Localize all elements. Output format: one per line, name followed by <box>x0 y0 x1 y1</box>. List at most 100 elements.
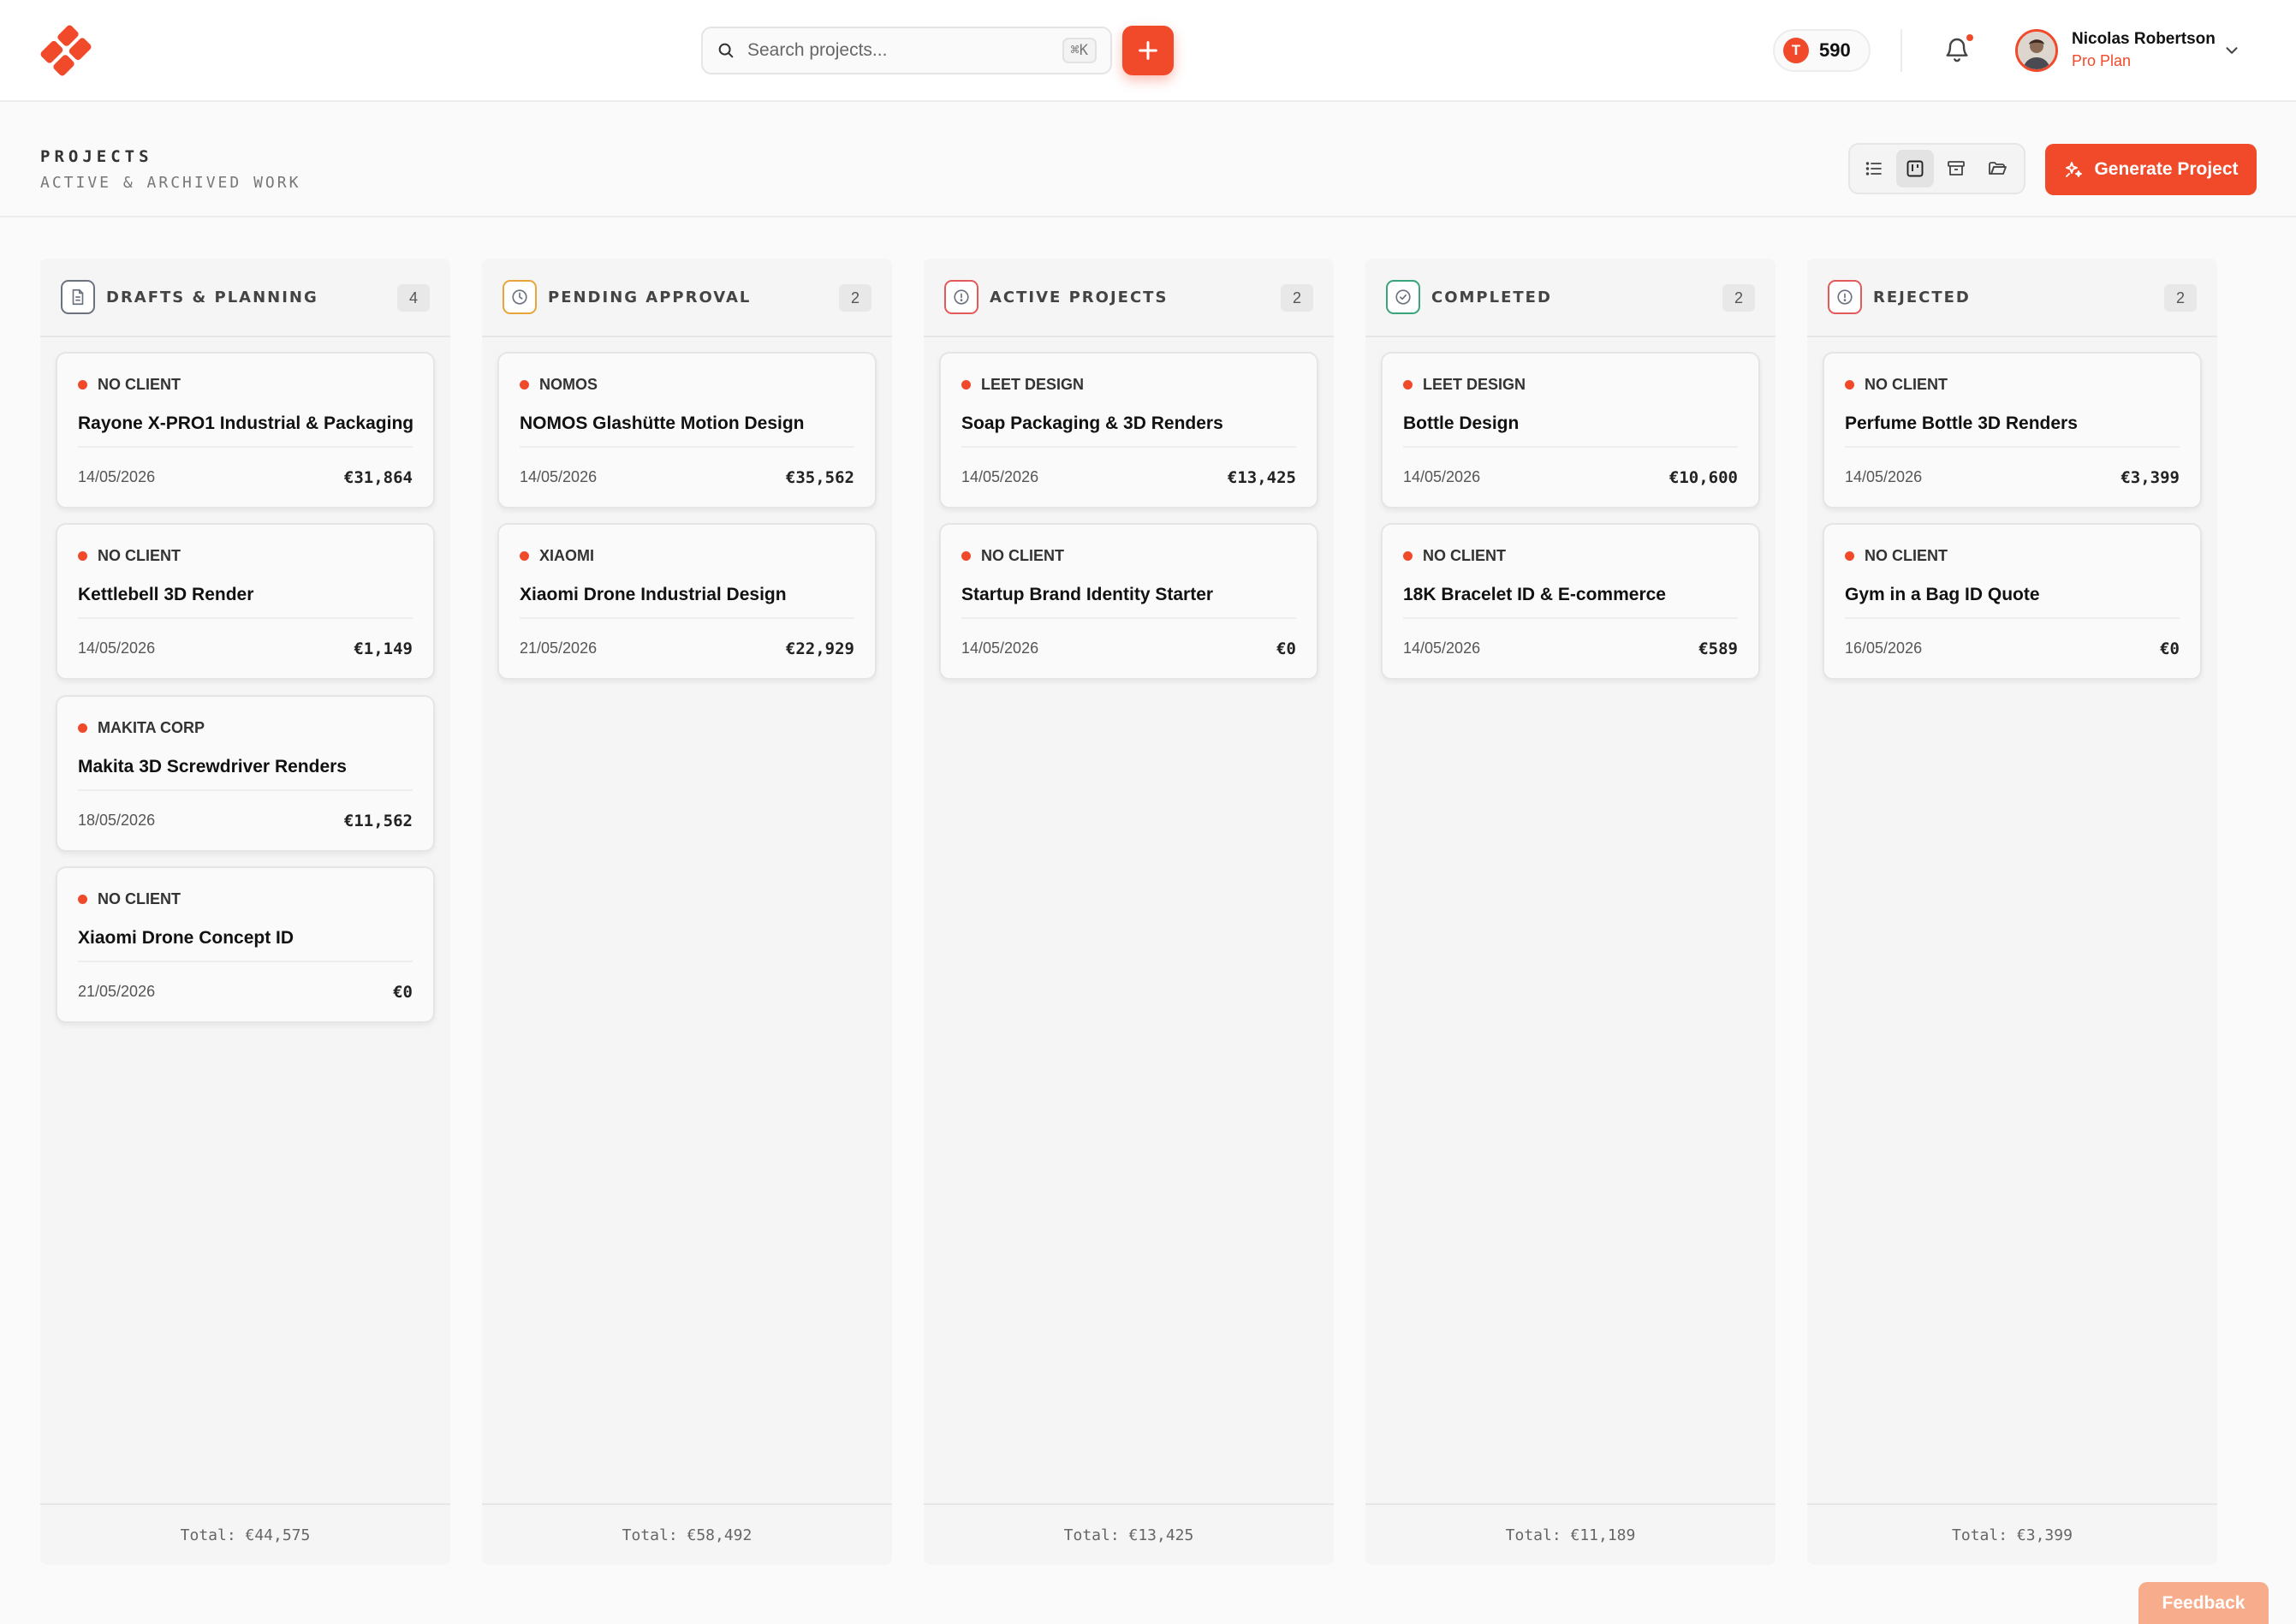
column-header: DRAFTS & PLANNING 4 <box>40 259 450 337</box>
feedback-button[interactable]: Feedback <box>2138 1582 2269 1624</box>
status-dot <box>1845 551 1854 561</box>
page-title: PROJECTS <box>40 147 153 166</box>
card-value: €3,399 <box>2121 468 2180 487</box>
status-dot <box>1403 380 1413 390</box>
card-title: Xiaomi Drone Concept ID <box>78 928 294 948</box>
app-logo[interactable] <box>39 24 92 77</box>
column-header: ACTIVE PROJECTS 2 <box>924 259 1334 337</box>
info-icon <box>944 280 978 314</box>
column-total: Total: €3,399 <box>1807 1503 2217 1565</box>
add-project-button[interactable] <box>1122 26 1174 75</box>
card-title: Gym in a Bag ID Quote <box>1845 585 2040 604</box>
card-value: €22,929 <box>785 639 854 658</box>
column-title: REJECTED <box>1873 289 1971 306</box>
column-total: Total: €58,492 <box>482 1503 892 1565</box>
column-pending-approval: PENDING APPROVAL 2 NOMOS NOMOS Glashütte… <box>482 259 892 1565</box>
status-dot <box>520 380 529 390</box>
card-date: 14/05/2026 <box>520 468 598 485</box>
card-client: NO CLIENT <box>98 890 181 907</box>
card-value: €0 <box>393 983 413 1002</box>
column-active-projects: ACTIVE PROJECTS 2 LEET DESIGN Soap Packa… <box>924 259 1334 1565</box>
status-dot <box>961 551 971 561</box>
card-client: NO CLIENT <box>98 547 181 564</box>
project-card[interactable]: NO CLIENT Gym in a Bag ID Quote 16/05/20… <box>1823 523 2202 680</box>
card-date: 16/05/2026 <box>1845 639 1923 657</box>
column-title: ACTIVE PROJECTS <box>990 289 1169 306</box>
project-card[interactable]: LEET DESIGN Soap Packaging & 3D Renders … <box>939 352 1318 509</box>
generate-project-label: Generate Project <box>2094 159 2239 179</box>
avatar[interactable] <box>2015 29 2058 72</box>
card-client: NO CLIENT <box>1865 547 1948 564</box>
list-view-button[interactable] <box>1855 150 1893 187</box>
project-card[interactable]: NO CLIENT 18K Bracelet ID & E-commerce 1… <box>1381 523 1760 680</box>
column-count-badge: 4 <box>397 284 430 312</box>
card-title: Rayone X-PRO1 Industrial & Packaging <box>78 413 414 433</box>
user-name[interactable]: Nicolas Robertson <box>2072 30 2216 49</box>
card-divider <box>1845 446 2180 448</box>
archive-view-button[interactable] <box>1937 150 1975 187</box>
card-value: €0 <box>2160 639 2180 658</box>
card-date: 14/05/2026 <box>961 639 1039 657</box>
search-bar[interactable]: ⌘K <box>701 27 1112 74</box>
card-date: 14/05/2026 <box>1403 639 1481 657</box>
card-date: 14/05/2026 <box>1403 468 1481 485</box>
card-client: LEET DESIGN <box>1423 376 1526 393</box>
project-card[interactable]: NO CLIENT Perfume Bottle 3D Renders 14/0… <box>1823 352 2202 509</box>
project-card[interactable]: NO CLIENT Kettlebell 3D Render 14/05/202… <box>56 523 435 680</box>
document-icon <box>61 280 95 314</box>
card-value: €1,149 <box>354 639 413 658</box>
top-bar: ⌘K T 590 Nicolas Robertson Pro Plan <box>0 0 2296 102</box>
project-card[interactable]: LEET DESIGN Bottle Design 14/05/2026 €10… <box>1381 352 1760 509</box>
card-value: €589 <box>1698 639 1738 658</box>
folder-view-button[interactable] <box>1978 150 2016 187</box>
column-count-badge: 2 <box>1281 284 1313 312</box>
card-divider <box>520 617 854 619</box>
search-input[interactable] <box>747 40 1062 61</box>
status-dot <box>78 895 87 904</box>
column-header: PENDING APPROVAL 2 <box>482 259 892 337</box>
alert-circle-icon <box>1828 280 1862 314</box>
column-count-badge: 2 <box>1722 284 1755 312</box>
status-dot <box>78 723 87 733</box>
card-divider <box>1845 617 2180 619</box>
project-card[interactable]: NO CLIENT Startup Brand Identity Starter… <box>939 523 1318 680</box>
project-card[interactable]: NOMOS NOMOS Glashütte Motion Design 14/0… <box>497 352 877 509</box>
header-divider <box>1900 29 1902 72</box>
card-title: Startup Brand Identity Starter <box>961 585 1214 604</box>
notification-dot <box>1966 34 1973 41</box>
card-divider <box>961 446 1296 448</box>
folder-open-icon <box>1989 162 2007 175</box>
archive-icon <box>1948 161 1965 175</box>
card-title: 18K Bracelet ID & E-commerce <box>1403 585 1666 604</box>
user-menu-chevron[interactable] <box>2222 41 2241 60</box>
card-client: MAKITA CORP <box>98 719 205 736</box>
column-total: Total: €11,189 <box>1365 1503 1776 1565</box>
card-divider <box>78 961 413 962</box>
column-completed: COMPLETED 2 LEET DESIGN Bottle Design 14… <box>1365 259 1776 1565</box>
card-date: 14/05/2026 <box>961 468 1039 485</box>
card-date: 21/05/2026 <box>520 639 598 657</box>
card-value: €31,864 <box>343 468 413 487</box>
card-title: NOMOS Glashütte Motion Design <box>520 413 805 433</box>
card-client: NO CLIENT <box>1865 376 1948 393</box>
card-value: €0 <box>1276 639 1296 658</box>
column-header: COMPLETED 2 <box>1365 259 1776 337</box>
status-dot <box>78 380 87 390</box>
card-divider <box>520 446 854 448</box>
project-card[interactable]: NO CLIENT Xiaomi Drone Concept ID 21/05/… <box>56 866 435 1023</box>
user-plan: Pro Plan <box>2072 52 2132 69</box>
generate-project-button[interactable]: Generate Project <box>2045 144 2257 195</box>
kanban-view-button[interactable] <box>1896 150 1934 187</box>
search-icon <box>717 41 735 60</box>
column-title: COMPLETED <box>1431 289 1552 306</box>
project-card[interactable]: NO CLIENT Rayone X-PRO1 Industrial & Pac… <box>56 352 435 509</box>
view-switcher <box>1848 143 2025 194</box>
card-client: NOMOS <box>539 376 598 393</box>
credits-badge[interactable]: T 590 <box>1773 29 1871 72</box>
project-card[interactable]: XIAOMI Xiaomi Drone Industrial Design 21… <box>497 523 877 680</box>
project-card[interactable]: MAKITA CORP Makita 3D Screwdriver Render… <box>56 695 435 852</box>
status-dot <box>1403 551 1413 561</box>
card-divider <box>78 446 413 448</box>
card-date: 21/05/2026 <box>78 983 156 1000</box>
card-divider <box>1403 617 1738 619</box>
